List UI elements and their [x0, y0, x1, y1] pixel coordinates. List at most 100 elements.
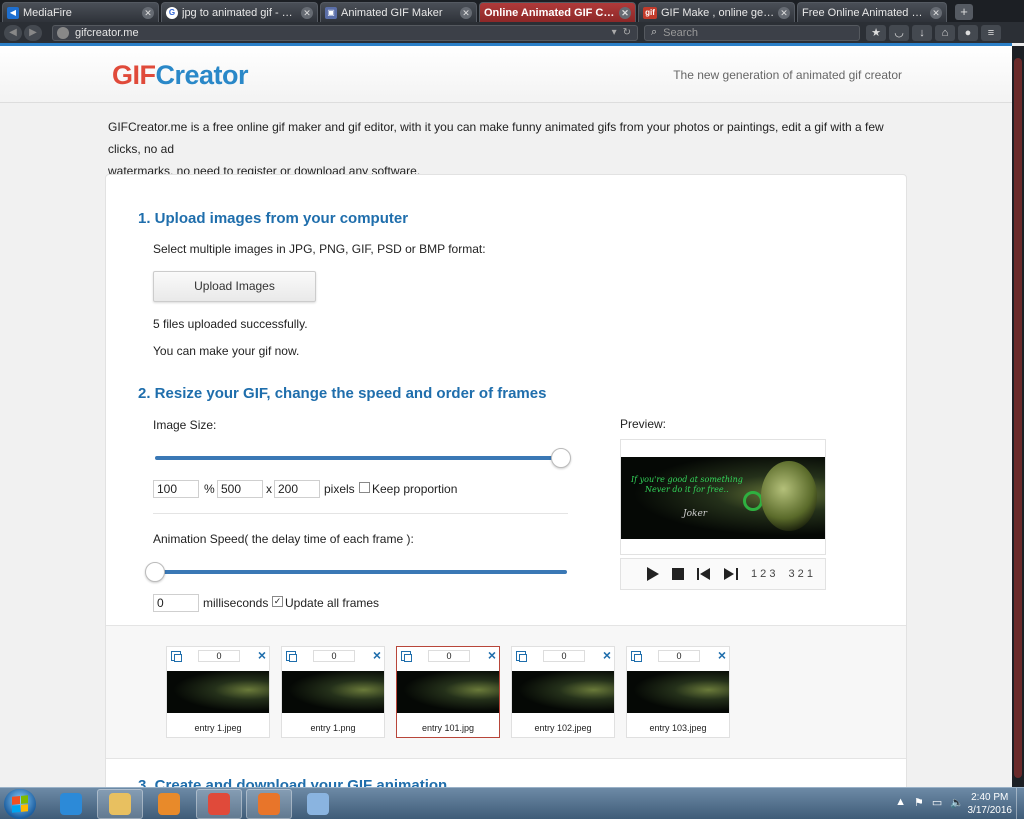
scrollbar-thumb[interactable]	[1014, 58, 1022, 778]
start-button[interactable]	[4, 789, 36, 819]
upload-instructions: Select multiple images in JPG, PNG, GIF,…	[153, 242, 486, 256]
frame-delay-input[interactable]: 0	[428, 650, 470, 662]
delete-icon[interactable]: ×	[603, 647, 611, 663]
site-header: GIFCreator The new generation of animate…	[0, 46, 1012, 103]
frame-delay-input[interactable]: 0	[313, 650, 355, 662]
close-icon[interactable]: ✕	[460, 6, 472, 19]
frame-card[interactable]: 0 × entry 103.jpeg	[626, 646, 730, 738]
frame-card[interactable]: 0 × entry 1.png	[281, 646, 385, 738]
stop-icon[interactable]	[672, 568, 684, 580]
system-tray: ▲ ⚑ ▭ 🔈	[895, 796, 964, 809]
taskbar-chrome[interactable]	[196, 789, 242, 819]
animation-speed-slider-handle[interactable]	[145, 562, 165, 582]
frame-delay-input[interactable]: 0	[543, 650, 585, 662]
taskbar-firefox[interactable]	[246, 789, 292, 819]
copy-icon[interactable]	[401, 651, 412, 662]
percent-input[interactable]	[153, 480, 199, 498]
network-icon[interactable]: ▭	[932, 796, 942, 809]
page-scrollbar[interactable]	[1012, 46, 1024, 787]
copy-icon[interactable]	[516, 651, 527, 662]
chat-icon[interactable]: ●	[958, 24, 978, 41]
keep-proportion-label: Keep proportion	[372, 482, 458, 496]
delete-icon[interactable]: ×	[488, 647, 496, 663]
close-icon[interactable]: ✕	[619, 6, 631, 19]
show-desktop-button[interactable]	[1016, 788, 1024, 819]
taskbar-media-player[interactable]	[146, 789, 192, 819]
frame-card[interactable]: 0 × entry 101.jpg	[396, 646, 500, 738]
taskbar-file-explorer[interactable]	[97, 789, 143, 819]
frame-card[interactable]: 0 × entry 102.jpeg	[511, 646, 615, 738]
tab-gifcreator[interactable]: Online Animated GIF Creat... ✕	[479, 2, 636, 22]
dropdown-icon[interactable]: ▾	[612, 27, 617, 38]
step3-heading: 3. Create and download your GIF animatio…	[138, 777, 448, 787]
back-icon[interactable]: ◀	[4, 24, 22, 41]
tab-label: Free Online Animated GIF M...	[802, 6, 927, 19]
address-bar[interactable]: gifcreator.me ▾ ↻	[52, 24, 638, 41]
intro-text: GIFCreator.me is a free online gif maker…	[108, 116, 918, 182]
flag-icon[interactable]: ⚑	[914, 796, 924, 809]
delete-icon[interactable]: ×	[373, 647, 381, 663]
image-size-slider[interactable]	[155, 456, 561, 460]
tab-free-gif-maker[interactable]: Free Online Animated GIF M... ✕	[797, 2, 947, 22]
site-logo[interactable]: GIFCreator	[112, 60, 249, 91]
frame-filename: entry 101.jpg	[421, 723, 475, 733]
reload-icon[interactable]: ↻	[623, 27, 631, 38]
copy-icon[interactable]	[171, 651, 182, 662]
update-all-frames-label: Update all frames	[285, 596, 380, 610]
order-descending-icon[interactable]: 3 2 1	[788, 568, 812, 580]
preview-logo	[743, 491, 763, 511]
volume-icon[interactable]: 🔈	[950, 796, 964, 809]
download-icon[interactable]: ↓	[912, 24, 932, 41]
delete-icon[interactable]: ×	[718, 647, 726, 663]
logo-creator: Creator	[155, 60, 249, 90]
clock-time: 2:40 PM	[971, 792, 1009, 803]
taskbar-internet-explorer[interactable]	[48, 789, 94, 819]
tab-mediafire[interactable]: ◀ MediaFire ✕	[2, 2, 159, 22]
height-input[interactable]	[274, 480, 320, 498]
play-icon[interactable]	[647, 567, 659, 581]
menu-icon[interactable]: ≡	[981, 24, 1001, 41]
next-frame-icon[interactable]	[724, 568, 738, 580]
step1-heading: 1. Upload images from your computer	[138, 210, 409, 227]
taskbar-paint[interactable]	[295, 789, 341, 819]
upload-images-button[interactable]: Upload Images	[153, 271, 316, 302]
previous-frame-icon[interactable]	[697, 568, 711, 580]
tab-bar: ◀ MediaFire ✕ G jpg to animated gif - Go…	[0, 0, 1024, 22]
copy-icon[interactable]	[286, 651, 297, 662]
new-tab-button[interactable]: +	[955, 4, 973, 20]
search-input[interactable]: ⌕ Search	[644, 24, 860, 41]
tab-google[interactable]: G jpg to animated gif - Go... ✕	[161, 2, 318, 22]
home-icon[interactable]: ⌂	[935, 24, 955, 41]
firefox-icon	[258, 793, 280, 815]
frame-delay-input[interactable]: 0	[658, 650, 700, 662]
update-all-frames-checkbox[interactable]: ✓	[272, 596, 283, 607]
clock[interactable]: 2:40 PM 3/17/2016	[968, 791, 1013, 817]
keep-proportion-checkbox[interactable]	[359, 482, 370, 493]
delay-input[interactable]	[153, 594, 199, 612]
forward-icon[interactable]: ▶	[24, 24, 42, 41]
show-hidden-icons-icon[interactable]: ▲	[895, 796, 906, 809]
site-tagline: The new generation of animated gif creat…	[673, 68, 902, 82]
close-icon[interactable]: ✕	[930, 6, 942, 19]
animation-speed-slider[interactable]	[155, 570, 567, 574]
preview-caption-line: Never do it for free..	[645, 485, 729, 494]
animation-speed-label: Animation Speed( the delay time of each …	[153, 532, 414, 546]
copy-icon[interactable]	[631, 651, 642, 662]
frame-filename: entry 103.jpeg	[649, 723, 707, 733]
frame-thumbnail	[282, 671, 384, 713]
bookmark-star-icon[interactable]: ★	[866, 24, 886, 41]
image-size-slider-handle[interactable]	[551, 448, 571, 468]
frame-card[interactable]: 0 × entry 1.jpeg	[166, 646, 270, 738]
width-input[interactable]	[217, 480, 263, 498]
close-icon[interactable]: ✕	[778, 6, 790, 19]
gif-icon: gif	[643, 6, 657, 19]
tab-gif-make[interactable]: gif GIF Make , online genera... ✕	[638, 2, 795, 22]
delete-icon[interactable]: ×	[258, 647, 266, 663]
tab-animated-gif-maker[interactable]: ▣ Animated GIF Maker ✕	[320, 2, 477, 22]
order-ascending-icon[interactable]: 1 2 3	[751, 568, 775, 580]
pocket-icon[interactable]: ◡	[889, 24, 909, 41]
close-icon[interactable]: ✕	[301, 6, 313, 19]
close-icon[interactable]: ✕	[142, 6, 154, 19]
media-player-icon	[158, 793, 180, 815]
frame-delay-input[interactable]: 0	[198, 650, 240, 662]
